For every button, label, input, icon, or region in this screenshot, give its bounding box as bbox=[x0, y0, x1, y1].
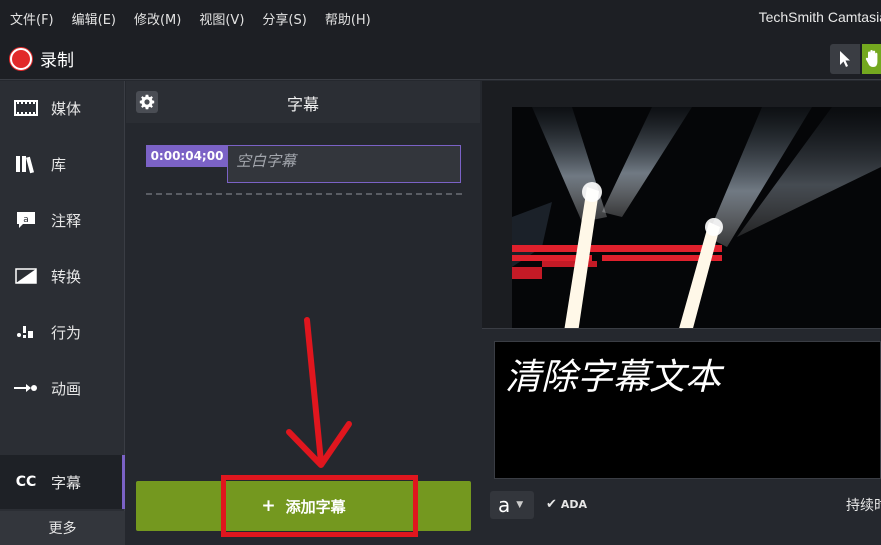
font-glyph: a bbox=[498, 493, 511, 517]
hand-tool-button[interactable] bbox=[862, 44, 881, 74]
pointer-icon bbox=[840, 51, 850, 67]
behavior-icon bbox=[13, 322, 39, 342]
canvas-area: 清除字幕文本 a ▼ ✔ ADA 持续时间 bbox=[482, 81, 881, 545]
nav-item-behaviors[interactable]: 行为 bbox=[0, 307, 125, 357]
record-button[interactable]: 录制 bbox=[10, 46, 74, 71]
captions-panel: 字幕 0:00:04;00 空白字幕 + 添加字幕 bbox=[126, 81, 480, 545]
menu-share[interactable]: 分享(S) bbox=[252, 9, 306, 28]
animation-icon bbox=[13, 378, 39, 398]
pointer-tool-button[interactable] bbox=[830, 44, 860, 74]
record-icon bbox=[10, 47, 32, 70]
annotation-icon: a bbox=[13, 210, 39, 230]
menu-modify[interactable]: 修改(M) bbox=[124, 9, 181, 28]
nav-item-animations[interactable]: 动画 bbox=[0, 363, 125, 413]
caption-preview-text: 清除字幕文本 bbox=[505, 357, 722, 398]
nav-item-library[interactable]: 库 bbox=[0, 139, 125, 189]
font-dropdown[interactable]: a ▼ bbox=[490, 491, 534, 519]
panel-header: 字幕 bbox=[126, 81, 480, 123]
check-icon: ✔ bbox=[546, 497, 557, 512]
menu-view[interactable]: 视图(V) bbox=[189, 9, 244, 28]
add-caption-button[interactable]: + 添加字幕 bbox=[136, 481, 471, 531]
duration-label: 持续时间 bbox=[846, 498, 881, 514]
menu-bar: 文件(F) 编辑(E) 修改(M) 视图(V) 分享(S) 帮助(H) Tech… bbox=[0, 0, 881, 36]
film-icon bbox=[13, 98, 39, 118]
nav-item-annotations[interactable]: a 注释 bbox=[0, 195, 125, 245]
toolbar: 录制 bbox=[0, 36, 881, 80]
more-button[interactable]: 更多 bbox=[0, 511, 125, 545]
nav-label-media: 媒体 bbox=[51, 99, 82, 118]
nav-label-animations: 动画 bbox=[51, 379, 82, 398]
library-icon bbox=[13, 154, 39, 174]
caption-preview-box[interactable]: 清除字幕文本 bbox=[494, 341, 881, 479]
menu-file[interactable]: 文件(F) bbox=[0, 9, 54, 28]
svg-text:a: a bbox=[23, 215, 29, 225]
captions-icon: CC bbox=[15, 474, 37, 490]
camtasia-window: 文件(F) 编辑(E) 修改(M) 视图(V) 分享(S) 帮助(H) Tech… bbox=[0, 0, 881, 545]
menu-edit[interactable]: 编辑(E) bbox=[62, 9, 116, 28]
ada-label: ADA bbox=[560, 498, 588, 511]
nav-label-library: 库 bbox=[51, 155, 67, 174]
nav-item-transitions[interactable]: 转换 bbox=[0, 251, 125, 301]
hand-icon bbox=[865, 50, 878, 67]
left-nav: 媒体 库 a 注释 转换 行为 动画 CC 字幕 更多 bbox=[0, 81, 125, 545]
add-caption-label: 添加字幕 bbox=[285, 497, 346, 516]
caption-preview-panel: 清除字幕文本 a ▼ ✔ ADA 持续时间 bbox=[482, 328, 881, 545]
menu-help[interactable]: 帮助(H) bbox=[315, 9, 371, 28]
ada-toggle[interactable]: ✔ ADA bbox=[546, 497, 587, 512]
nav-label-behaviors: 行为 bbox=[51, 323, 82, 342]
record-label: 录制 bbox=[40, 51, 74, 71]
caption-timestamp[interactable]: 0:00:04;00 bbox=[146, 145, 228, 167]
plus-icon: + bbox=[261, 496, 276, 516]
app-title: TechSmith Camtasia bbox=[758, 9, 881, 25]
transition-icon bbox=[13, 266, 39, 286]
nav-item-captions[interactable]: CC 字幕 bbox=[0, 455, 125, 509]
caption-divider bbox=[146, 193, 462, 195]
nav-label-annotations: 注释 bbox=[51, 211, 82, 230]
panel-title: 字幕 bbox=[286, 95, 319, 114]
nav-item-media[interactable]: 媒体 bbox=[0, 83, 125, 133]
caption-entry[interactable]: 0:00:04;00 空白字幕 bbox=[146, 145, 462, 183]
caption-text-field[interactable]: 空白字幕 bbox=[227, 145, 461, 183]
chevron-down-icon: ▼ bbox=[516, 500, 524, 510]
nav-label-transitions: 转换 bbox=[51, 267, 82, 286]
nav-label-captions: 字幕 bbox=[51, 473, 82, 492]
